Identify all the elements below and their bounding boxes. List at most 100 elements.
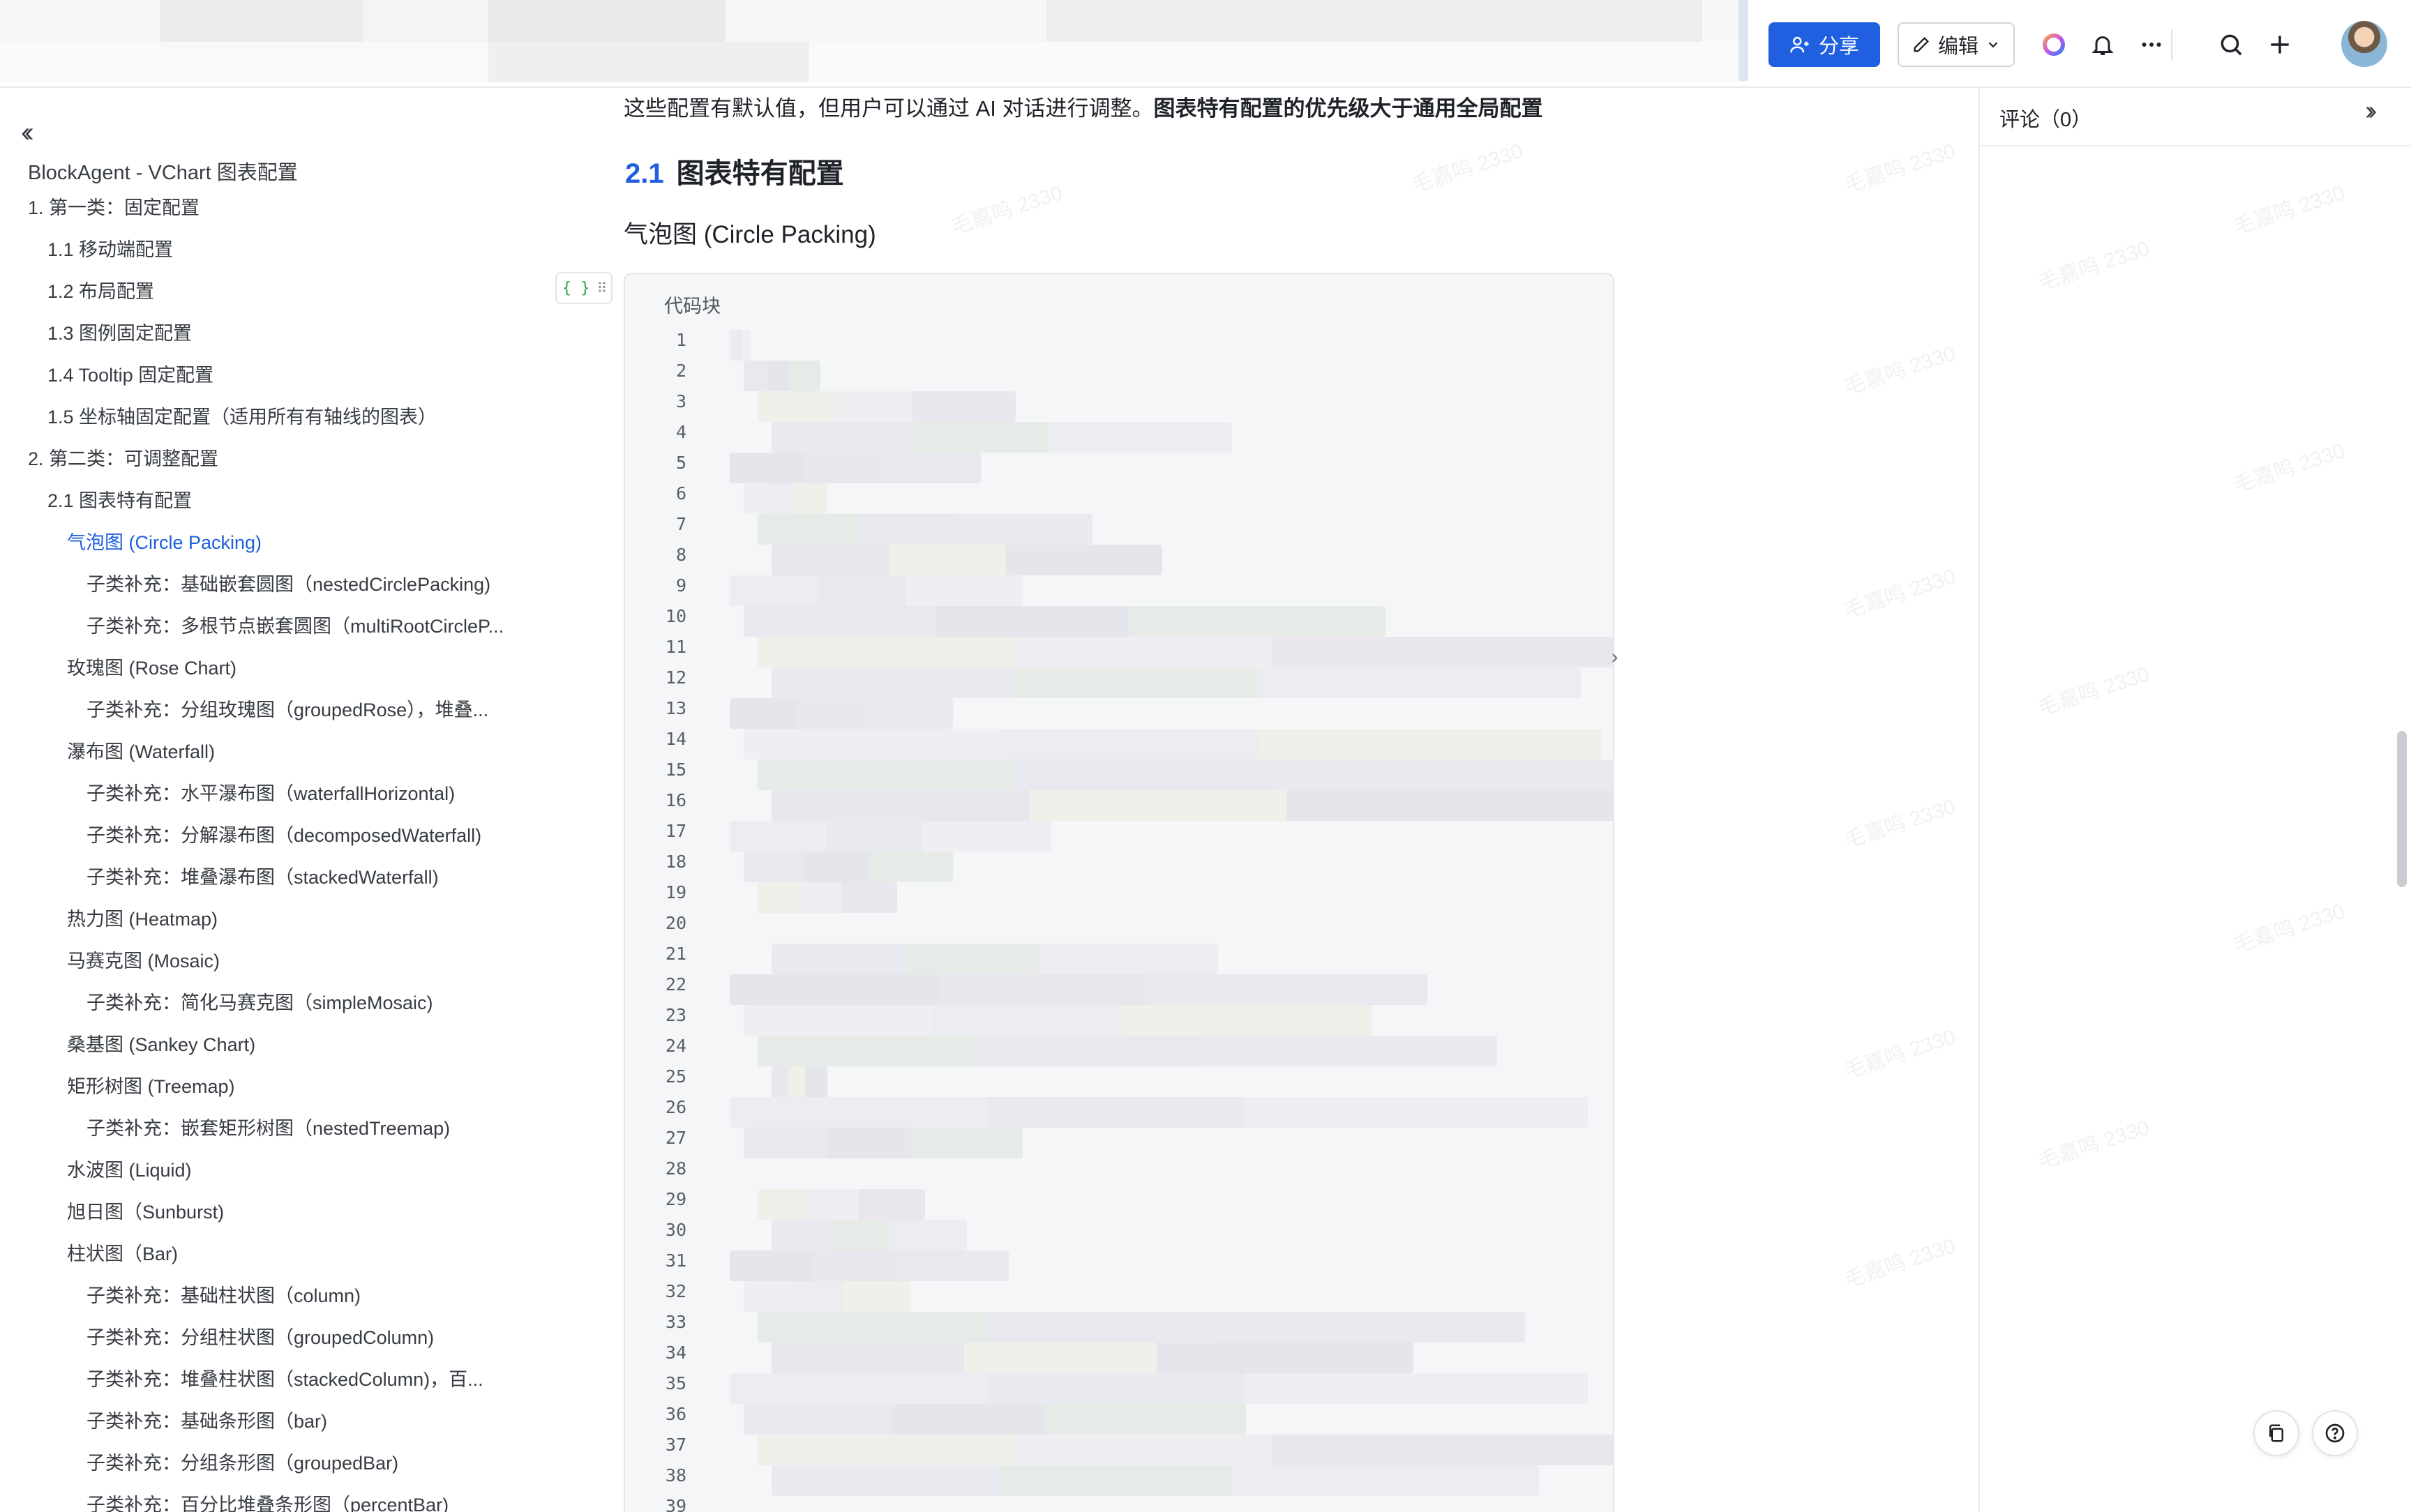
outline-item-active[interactable]: 气泡图 (Circle Packing) xyxy=(67,527,520,555)
outline-item[interactable]: 1.4 Tooltip 固定配置 xyxy=(47,360,522,388)
line-number: 31 xyxy=(665,1250,686,1271)
bell-icon[interactable] xyxy=(2086,28,2119,61)
subsection-heading: 气泡图 (Circle Packing) xyxy=(624,221,876,248)
pencil-icon xyxy=(1914,37,1929,52)
outline-item[interactable]: 子类补充：分组柱状图（groupedColumn) xyxy=(87,1322,526,1350)
outline-item[interactable]: 子类补充：基础条形图（bar) xyxy=(87,1406,526,1434)
line-number: 33 xyxy=(665,1312,686,1332)
outline-item[interactable]: 矩形树图 (Treemap) xyxy=(67,1071,520,1099)
outline-item[interactable]: 水波图 (Liquid) xyxy=(67,1155,520,1183)
outline-item[interactable]: 马赛克图 (Mosaic) xyxy=(67,946,520,974)
edit-mode-dropdown[interactable]: 编辑 xyxy=(1898,22,2015,67)
line-number: 2 xyxy=(675,361,686,381)
watermark: 毛嘉鸣 2330 xyxy=(2036,663,2153,720)
outline-item[interactable]: 玫瑰图 (Rose Chart) xyxy=(67,653,520,681)
blurred-code-line xyxy=(744,361,820,391)
copy-icon[interactable] xyxy=(2253,1410,2299,1456)
section-title: 图表特有配置 xyxy=(676,158,844,189)
outline-item[interactable]: 1.2 布局配置 xyxy=(47,276,522,304)
watermark: 毛嘉鸣 2330 xyxy=(1842,1234,1959,1292)
outline-item[interactable]: 子类补充：分组条形图（groupedBar) xyxy=(87,1448,526,1476)
outline-item[interactable]: 子类补充：简化马赛克图（simpleMosaic) xyxy=(87,988,526,1015)
blurred-code-line xyxy=(744,606,1385,637)
outline-doc-title[interactable]: BlockAgent - VChart 图表配置 xyxy=(28,156,298,186)
outline-item[interactable]: 子类补充：分组玫瑰图（groupedRose），堆叠... xyxy=(87,695,526,723)
outline-item[interactable]: 子类补充：分解瀑布图（decomposedWaterfall) xyxy=(87,820,526,848)
watermark: 毛嘉鸣 2330 xyxy=(1842,342,1959,400)
blurred-code-line xyxy=(730,453,981,483)
outline-item[interactable]: 子类补充：水平瀑布图（waterfallHorizontal) xyxy=(87,778,526,806)
line-number: 18 xyxy=(665,852,686,872)
more-options-icon[interactable] xyxy=(2135,28,2168,61)
line-number: 36 xyxy=(665,1404,686,1424)
blurred-code-line xyxy=(758,637,1613,667)
line-number: 22 xyxy=(665,974,686,995)
watermark: 毛嘉鸣 2330 xyxy=(2231,900,2348,958)
outline-item[interactable]: 1.5 坐标轴固定配置（适用所有有轴线的图表） xyxy=(47,402,522,430)
line-number: 34 xyxy=(665,1343,686,1363)
chevron-down-icon xyxy=(1988,42,1998,48)
line-number: 1 xyxy=(675,330,686,350)
edit-label: 编辑 xyxy=(1937,36,1978,58)
outline-item[interactable]: 子类补充：百分比堆叠条形图（percentBar) xyxy=(87,1490,526,1512)
drag-handle-icon[interactable]: ⠿ xyxy=(597,280,608,297)
outline-item[interactable]: 1.1 移动端配置 xyxy=(47,234,522,262)
outline-item[interactable]: 子类补充：基础柱状图（column) xyxy=(87,1280,526,1308)
code-block-handle[interactable]: { } ⠿ xyxy=(555,272,613,304)
blurred-code-line xyxy=(744,729,1602,759)
outline-item[interactable]: 1.3 图例固定配置 xyxy=(47,318,522,346)
watermark: 毛嘉鸣 2330 xyxy=(1842,565,1959,623)
watermark: 毛嘉鸣 2330 xyxy=(2036,1116,2153,1174)
blurred-code-line xyxy=(758,759,1613,790)
blurred-code-line xyxy=(730,1373,1588,1404)
blurred-code-line xyxy=(744,1404,1246,1435)
plus-icon[interactable] xyxy=(2263,28,2297,61)
search-icon[interactable] xyxy=(2214,28,2248,61)
blurred-code-line xyxy=(772,944,1218,974)
section-heading: 2.1 图表特有配置 xyxy=(625,151,844,191)
help-icon[interactable] xyxy=(2312,1410,2358,1456)
share-button[interactable]: 分享 xyxy=(1768,22,1880,67)
page-scrollbar[interactable] xyxy=(2397,731,2407,887)
outline-item[interactable]: 2.1 图表特有配置 xyxy=(47,485,522,513)
outline-item[interactable]: 1. 第一类：固定配置 xyxy=(28,192,516,220)
ai-assistant-icon[interactable] xyxy=(2037,28,2071,61)
outline-item[interactable]: 桑基图 (Sankey Chart) xyxy=(67,1029,520,1057)
outline-item[interactable]: 热力图 (Heatmap) xyxy=(67,904,520,932)
outline-item[interactable]: 子类补充：堆叠瀑布图（stackedWaterfall) xyxy=(87,862,526,890)
outline-item[interactable]: 子类补充：嵌套矩形树图（nestedTreemap) xyxy=(87,1113,526,1141)
line-number: 16 xyxy=(665,790,686,810)
line-number: 32 xyxy=(665,1281,686,1301)
line-number: 3 xyxy=(675,391,686,411)
line-number: 30 xyxy=(665,1220,686,1240)
chevron-right-icon[interactable]: › xyxy=(1612,646,1618,668)
code-block[interactable]: 代码块 1 2 3 4 5 6 7 8 9 10 11 12 13 14 15 16 17 18 19 20 21 22 2… xyxy=(624,273,1614,1512)
outline-item[interactable]: 柱状图（Bar) xyxy=(67,1239,520,1267)
outline-item[interactable]: 子类补充：多根节点嵌套圆图（multiRootCircleP... xyxy=(87,611,526,639)
outline-item[interactable]: 瀑布图 (Waterfall) xyxy=(67,736,520,764)
section-number: 2.1 xyxy=(625,158,664,189)
watermark: 毛嘉鸣 2330 xyxy=(1842,795,1959,853)
watermark: 毛嘉鸣 2330 xyxy=(949,181,1066,239)
outline-sidebar: ‹‹ BlockAgent - VChart 图表配置 1. 第一类：固定配置 … xyxy=(0,88,544,1512)
blurred-code-line xyxy=(730,698,953,729)
outline-item[interactable]: 子类补充：堆叠柱状图（stackedColumn)，百... xyxy=(87,1364,526,1392)
collapse-comments-icon[interactable]: ›› xyxy=(2365,96,2378,126)
outline-item[interactable]: 旭日图（Sunburst) xyxy=(67,1197,520,1225)
line-number: 26 xyxy=(665,1097,686,1117)
collapse-sidebar-icon[interactable]: ‹‹ xyxy=(21,117,33,149)
blurred-code-line xyxy=(758,1189,925,1220)
line-number: 37 xyxy=(665,1435,686,1455)
line-number: 27 xyxy=(665,1128,686,1148)
blurred-code-line xyxy=(730,1097,1588,1128)
code-braces-icon: { } xyxy=(562,279,590,297)
outline-item[interactable]: 子类补充：基础嵌套圆图（nestedCirclePacking) xyxy=(87,569,526,597)
line-number: 8 xyxy=(675,545,686,565)
watermark: 毛嘉鸣 2330 xyxy=(2231,181,2348,239)
outline-item[interactable]: 2. 第二类：可调整配置 xyxy=(28,444,516,471)
line-number: 38 xyxy=(665,1465,686,1485)
blurred-code-line xyxy=(772,790,1613,821)
app-window: 分享 编辑 ‹‹ BlockAgent - VChart 图表配置 1. 第一类… xyxy=(0,0,2411,1512)
line-number: 20 xyxy=(665,913,686,933)
avatar[interactable] xyxy=(2341,21,2387,67)
